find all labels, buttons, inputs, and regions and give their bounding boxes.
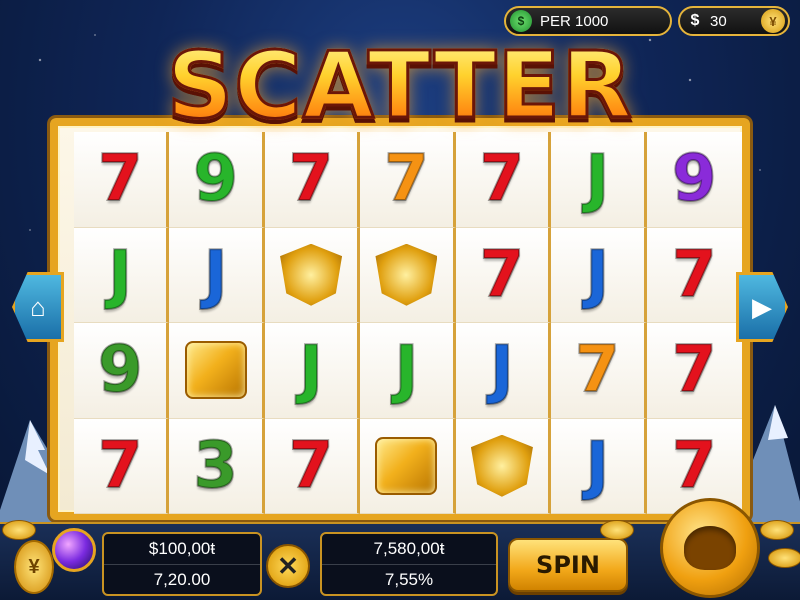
reel-cell: J [360, 323, 456, 419]
reel-symbol: 9 [192, 142, 239, 217]
yen-coin-icon: ¥ [14, 540, 54, 594]
reel-cell: J [455, 323, 552, 419]
dollar-coin-icon: $ [510, 10, 532, 32]
reel-cell: J [74, 227, 170, 323]
reel-symbol: J [107, 237, 133, 312]
gold-crest-symbol [470, 434, 533, 497]
reel-cell: J [551, 418, 647, 514]
reel-symbol: 7 [97, 428, 144, 503]
autoplay-coin-button[interactable] [660, 498, 760, 598]
reel-symbol: 7 [479, 237, 526, 312]
bet-total: $100,00ŧ [148, 539, 216, 558]
reel-symbol: 7 [288, 428, 335, 503]
reels-frame: 79777J9JJ7J79JJJ77737J7 [50, 118, 750, 520]
reel-cell: 7 [646, 323, 742, 419]
clear-button[interactable]: ✕ [266, 544, 310, 588]
coin-emblem-icon [684, 526, 736, 570]
bonus-orb-button[interactable] [52, 528, 96, 572]
coin-pile-icon [2, 520, 36, 540]
reel-cell: J [264, 323, 361, 419]
reel-cell: 7 [74, 132, 170, 228]
reel-cell: 7 [551, 323, 647, 419]
reel-symbol: J [489, 333, 515, 408]
win-percent: 7,55% [322, 564, 496, 594]
reel-cell [169, 323, 265, 419]
reel-grid: 79777J9JJ7J79JJJ77737J7 [74, 132, 742, 514]
reel-symbol: J [298, 333, 324, 408]
per-label: PER 1000 [540, 12, 609, 30]
reel-cell: J [551, 227, 647, 323]
reel-cell: 7 [74, 418, 170, 514]
reel-symbol: 7 [383, 142, 430, 217]
reel-symbol: 9 [671, 142, 718, 217]
reel-cell: 9 [74, 323, 170, 419]
reel-symbol: J [584, 142, 610, 217]
reel-cell: 7 [360, 132, 456, 228]
reel-cell: 7 [264, 418, 361, 514]
reel-symbol: J [203, 237, 229, 312]
reel-cell [360, 227, 456, 323]
play-arrow-icon: ▶ [752, 291, 772, 322]
dollar-sign-icon: $ [690, 12, 700, 29]
reel-symbol: 3 [192, 428, 239, 503]
reel-symbol: J [584, 237, 610, 312]
reel-cell [360, 418, 456, 514]
reel-cell [455, 418, 552, 514]
reel-cell: 3 [169, 418, 265, 514]
reel-cell [264, 227, 361, 323]
reel-cell: 7 [646, 227, 742, 323]
spin-button[interactable]: SPIN [508, 538, 628, 592]
reel-cell: J [169, 227, 265, 323]
bet-panel: $100,00ŧ 7,20.00 [102, 532, 262, 596]
reel-symbol: J [584, 428, 610, 503]
reel-cell: J [551, 132, 647, 228]
reel-symbol: J [394, 333, 420, 408]
win-total: 7,580,00ŧ [373, 539, 445, 558]
gold-chest-symbol [375, 436, 438, 495]
gold-crest-symbol [280, 243, 343, 306]
gold-crest-symbol [375, 243, 438, 306]
gold-chest-symbol [184, 341, 247, 400]
win-panel: 7,580,00ŧ 7,55% [320, 532, 498, 596]
yen-coin-icon: ¥ [761, 9, 785, 33]
coin-pile-icon [760, 520, 794, 540]
reel-cell: 7 [455, 227, 552, 323]
reel-cell: 9 [169, 132, 265, 228]
reel-symbol: 7 [288, 142, 335, 217]
reel-symbol: 9 [97, 333, 144, 408]
game-title: SCATTER [0, 31, 800, 141]
balance-value: 30 [710, 12, 727, 30]
home-icon: ⌂ [30, 291, 46, 322]
reel-symbol: 7 [671, 428, 718, 503]
reel-cell: 9 [646, 132, 742, 228]
coin-pile-icon [768, 548, 800, 568]
reel-symbol: 7 [479, 142, 526, 217]
reel-symbol: 7 [671, 237, 718, 312]
reel-cell: 7 [455, 132, 552, 228]
reel-symbol: 7 [574, 333, 621, 408]
reel-symbol: 7 [671, 333, 718, 408]
reel-cell: 7 [264, 132, 361, 228]
reel-symbol: 7 [97, 142, 144, 217]
coin-pile-icon [600, 520, 634, 540]
close-icon: ✕ [277, 550, 299, 581]
bet-line: 7,20.00 [104, 564, 260, 594]
